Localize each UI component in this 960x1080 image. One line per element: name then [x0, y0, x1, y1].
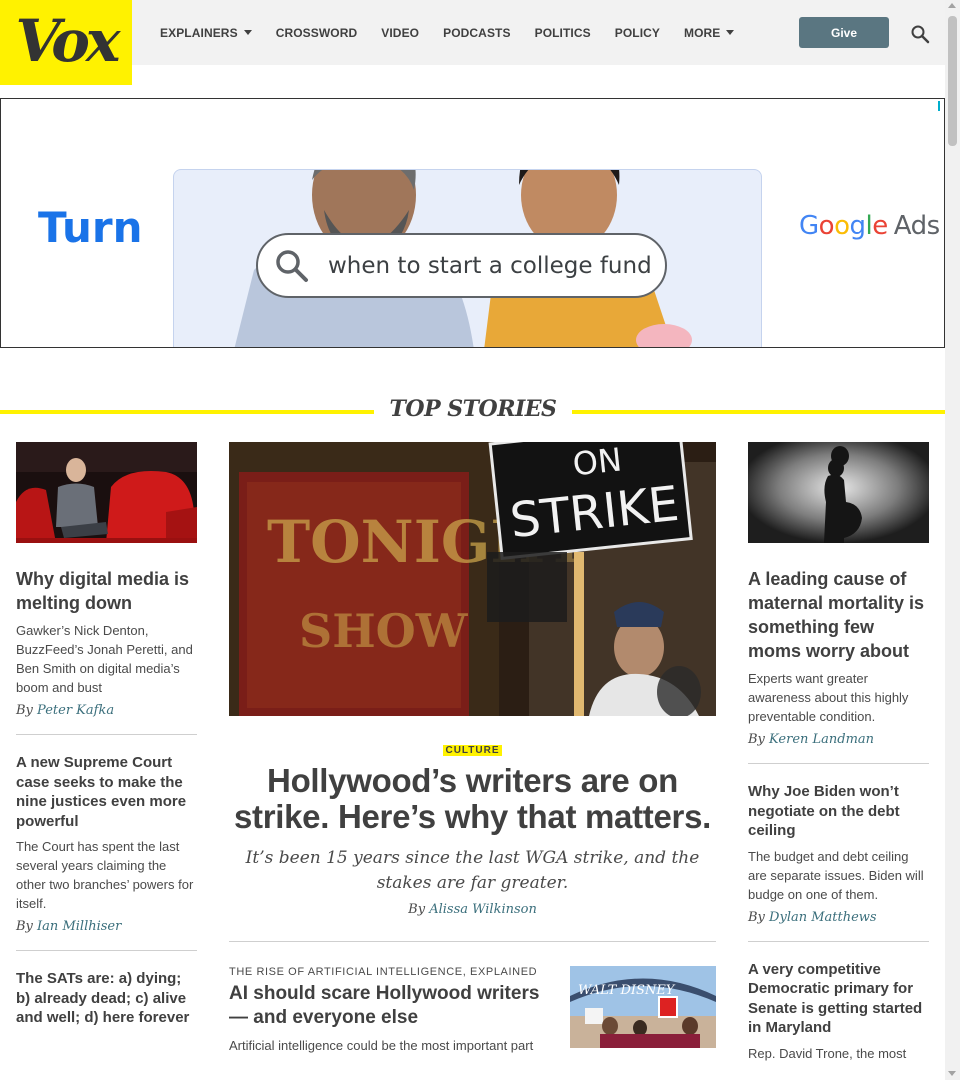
story-card[interactable]: A very competitive Democratic primary fo… [748, 960, 929, 1079]
feature-headline[interactable]: Hollywood’s writers are on strike. Here’… [229, 763, 716, 835]
left-column: Why digital media is melting down Gawker… [16, 442, 197, 1062]
sign-text-on: ON [571, 442, 624, 483]
nav-label: MORE [684, 25, 721, 40]
story-dek: Gawker’s Nick Denton, BuzzFeed’s Jonah P… [16, 623, 193, 695]
feature-image[interactable]: TONIGHT SHOW ON STRIKE [229, 442, 716, 716]
story-dek: The Court has spent the last several yea… [16, 839, 194, 911]
author-link[interactable]: Keren Landman [769, 732, 874, 747]
page-scrollbar[interactable] [945, 0, 960, 1080]
story-thumbnail[interactable] [748, 442, 929, 543]
nav-label: CROSSWORD [275, 25, 358, 40]
logo-wordmark: Vox [15, 6, 121, 75]
nav-video[interactable]: VIDEO [381, 26, 419, 40]
nav-label: PODCASTS [443, 25, 511, 40]
nav-politics[interactable]: POLITICS [535, 26, 591, 40]
main-nav: EXPLAINERS CROSSWORD VIDEO PODCASTS POLI… [160, 0, 758, 65]
story-card[interactable]: A leading cause of maternal mortality is… [748, 442, 929, 764]
sign-text-show: SHOW [299, 604, 469, 658]
nav-label: POLITICS [534, 25, 591, 40]
author-link[interactable]: Alissa Wilkinson [429, 902, 537, 917]
byline-prefix: By [16, 703, 33, 718]
nav-label: POLICY [614, 25, 661, 40]
story-byline: By Peter Kafka [16, 703, 197, 718]
author-link[interactable]: Peter Kafka [37, 703, 114, 718]
author-link[interactable]: Dylan Matthews [769, 910, 877, 925]
byline-prefix: By [748, 732, 765, 747]
ad-search-query: when to start a college fund [328, 252, 652, 279]
google-wordmark: Google [799, 211, 888, 241]
give-button[interactable]: Give [799, 17, 889, 48]
caret-down-icon [726, 30, 735, 35]
section-title: TOP STORIES [374, 396, 572, 422]
vox-logo[interactable]: Vox [0, 0, 132, 85]
story-headline[interactable]: Why digital media is melting down [16, 567, 197, 615]
google-ads-logo: Google Ads [799, 211, 940, 241]
feature-dek: It’s been 15 years since the last WGA st… [245, 848, 700, 893]
category-kicker[interactable]: CULTURE [443, 745, 502, 756]
sign-text-walt-disney: WALT DISNEY [578, 983, 676, 998]
divider [229, 941, 716, 942]
scroll-down-arrow-icon[interactable] [948, 1071, 956, 1076]
story-dek: Experts want greater awareness about thi… [748, 671, 909, 724]
google-ads-banner[interactable]: Turn when to start a college fund Google… [0, 98, 945, 348]
nav-podcasts[interactable]: PODCASTS [443, 26, 510, 40]
caret-down-icon [243, 30, 252, 35]
story-thumbnail[interactable] [16, 442, 197, 543]
story-headline[interactable]: AI should scare Hollywood writers — and … [229, 982, 559, 1030]
story-card[interactable]: Why digital media is melting down Gawker… [16, 442, 197, 735]
story-dek: Artificial intelligence could be the mos… [229, 1038, 534, 1053]
site-header: EXPLAINERS CROSSWORD VIDEO PODCASTS POLI… [0, 0, 945, 65]
ad-search-bar[interactable]: when to start a college fund [256, 233, 667, 298]
story-headline[interactable]: Why Joe Biden won’t negotiate on the deb… [748, 782, 929, 841]
story-headline[interactable]: The SATs are: a) dying; b) already dead;… [16, 969, 197, 1028]
scroll-thumb[interactable] [948, 16, 957, 146]
story-byline: By Keren Landman [748, 732, 929, 747]
scroll-up-arrow-icon[interactable] [948, 3, 956, 8]
author-link[interactable]: Ian Millhiser [37, 919, 121, 934]
story-dek: Rep. David Trone, the most [748, 1045, 907, 1061]
byline-prefix: By [408, 902, 426, 917]
ad-headline: Turn [38, 203, 143, 252]
byline-prefix: By [748, 909, 765, 925]
nav-label: EXPLAINERS [160, 25, 238, 40]
story-headline[interactable]: A very competitive Democratic primary fo… [748, 960, 929, 1038]
magnifier-icon [276, 249, 308, 282]
nav-crossword[interactable]: CROSSWORD [276, 26, 358, 40]
nav-label: VIDEO [381, 25, 420, 40]
story-card[interactable]: Why Joe Biden won’t negotiate on the deb… [748, 782, 929, 942]
center-column: TONIGHT SHOW ON STRIKE CULTURE Hollywood… [229, 442, 716, 1080]
nav-policy[interactable]: POLICY [615, 26, 660, 40]
search-icon[interactable] [910, 24, 930, 44]
story-eyebrow[interactable]: THE RISE OF ARTIFICIAL INTELLIGENCE, EXP… [229, 966, 559, 978]
byline-prefix: By [16, 919, 33, 934]
story-headline[interactable]: A new Supreme Court case seeks to make t… [16, 753, 197, 831]
ads-wordmark: Ads [893, 211, 940, 241]
nav-more[interactable]: MORE [684, 25, 735, 40]
story-card[interactable]: The SATs are: a) dying; b) already dead;… [16, 969, 197, 1044]
story-byline: By Dylan Matthews [748, 910, 929, 925]
story-byline: By Ian Millhiser [16, 919, 197, 934]
story-card[interactable]: THE RISE OF ARTIFICIAL INTELLIGENCE, EXP… [229, 966, 716, 1080]
nav-explainers[interactable]: EXPLAINERS [160, 26, 252, 40]
feature-byline: By Alissa Wilkinson [229, 902, 716, 917]
story-card[interactable]: A new Supreme Court case seeks to make t… [16, 753, 197, 951]
story-thumbnail[interactable]: WALT DISNEY [570, 966, 716, 1048]
story-dek: The budget and debt ceiling are separate… [748, 848, 924, 902]
story-headline[interactable]: A leading cause of maternal mortality is… [748, 567, 929, 663]
right-column: A leading cause of maternal mortality is… [748, 442, 929, 1080]
adchoices-icon[interactable] [938, 101, 944, 111]
